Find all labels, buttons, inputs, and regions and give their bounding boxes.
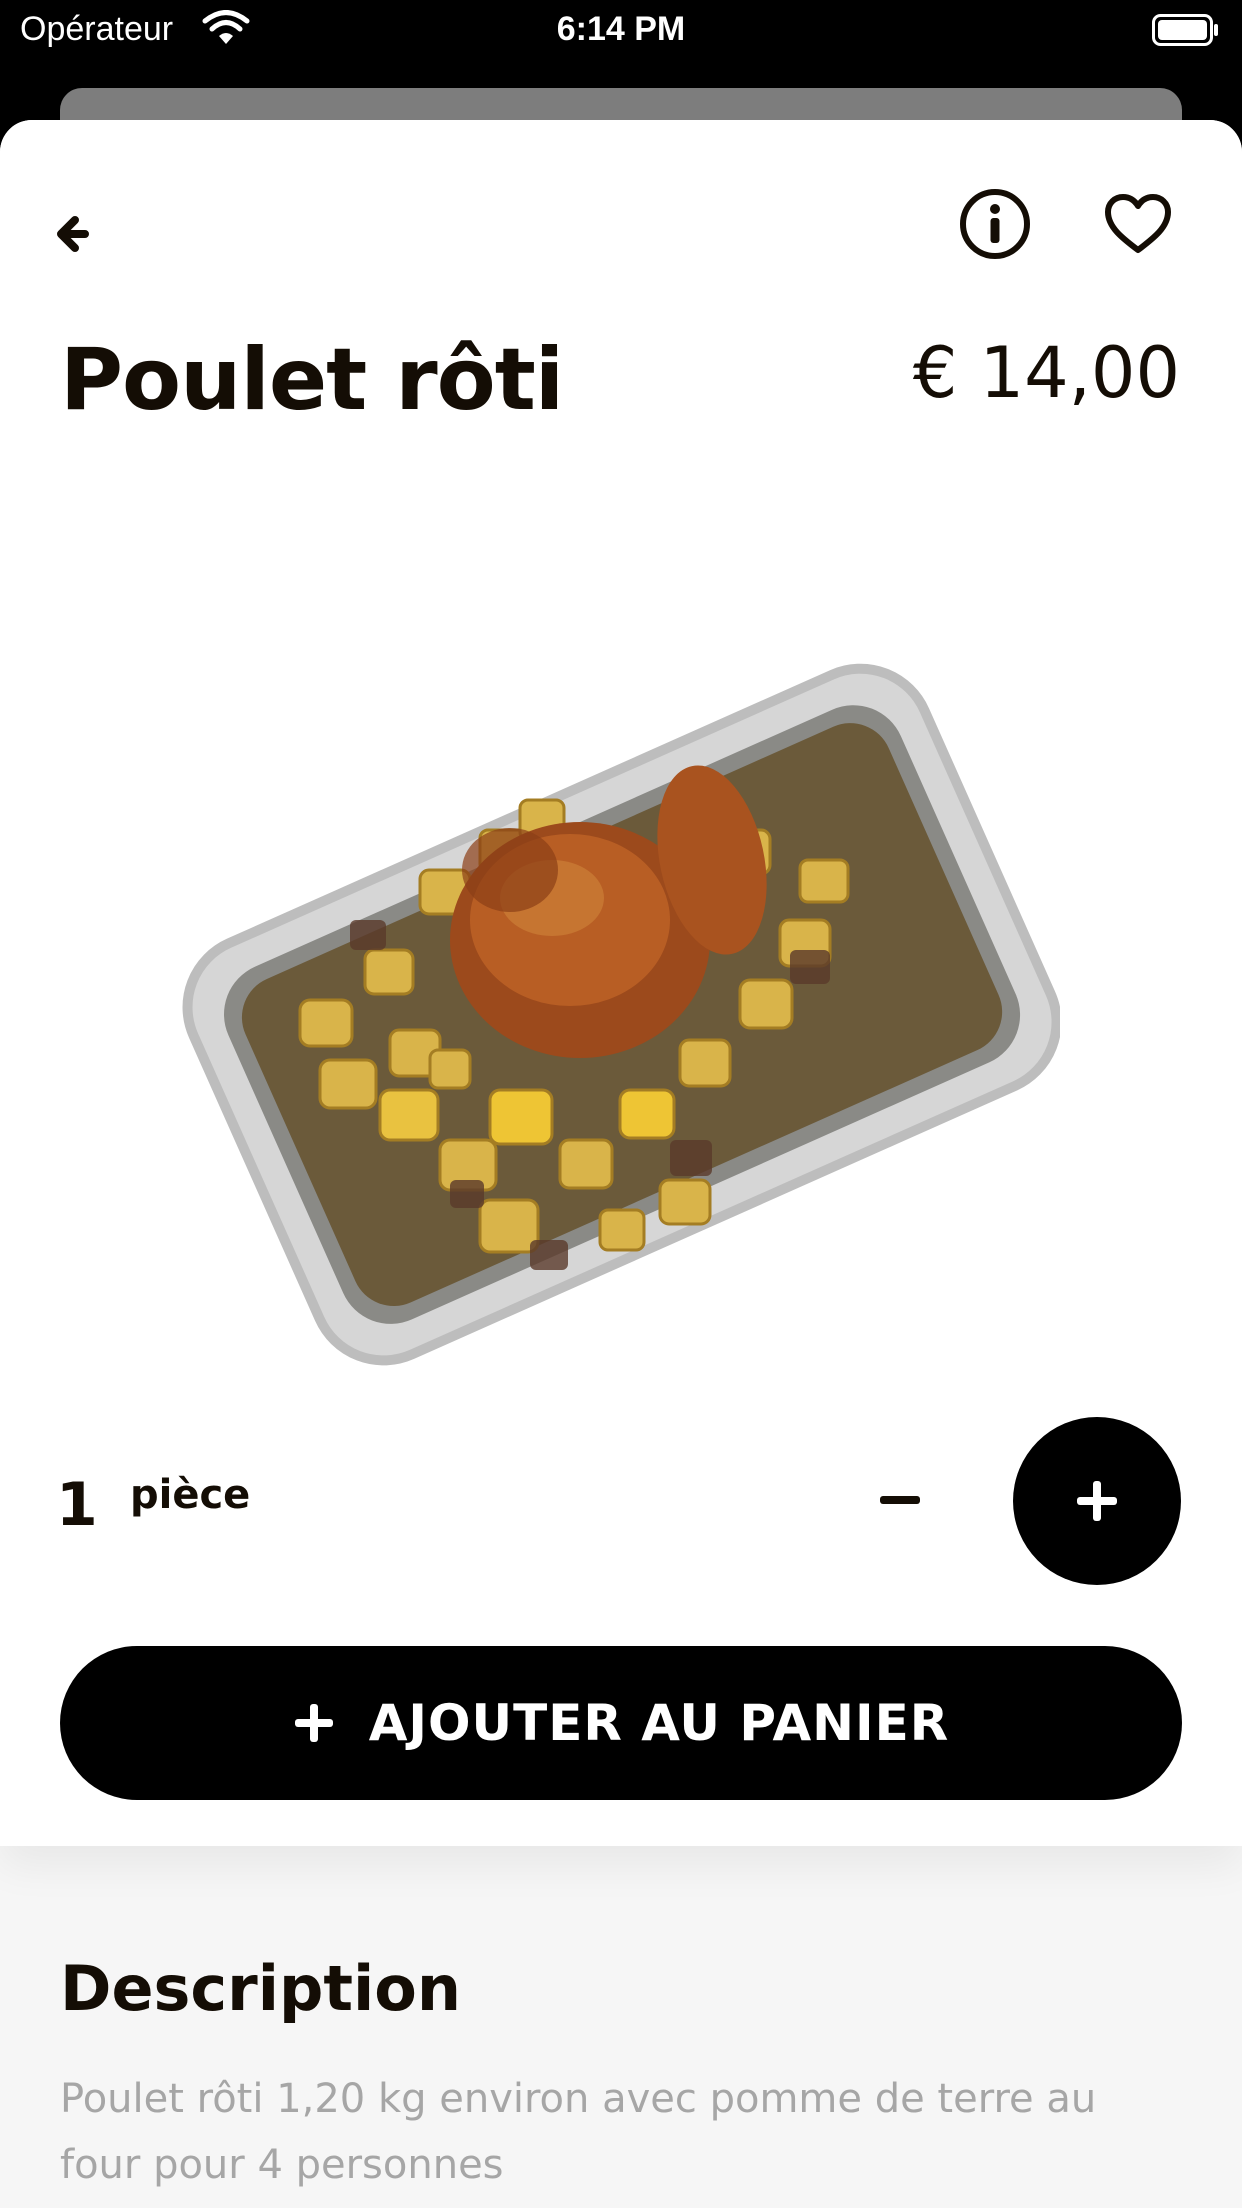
battery-icon bbox=[1152, 14, 1218, 46]
product-title: Poulet rôti bbox=[60, 330, 564, 430]
back-button[interactable] bbox=[40, 194, 120, 274]
plus-icon bbox=[294, 1704, 333, 1742]
status-bar: Opérateur 6:14 PM bbox=[0, 0, 1242, 62]
product-sheet: Poulet rôti € 14,00 1 pièce AJOUTER AU P… bbox=[0, 120, 1242, 2208]
heart-icon bbox=[1105, 194, 1171, 253]
increase-quantity-button[interactable] bbox=[1013, 1417, 1181, 1585]
favorite-button[interactable] bbox=[1098, 184, 1178, 264]
plus-icon bbox=[1077, 1481, 1117, 1521]
info-icon bbox=[960, 189, 1030, 259]
back-arrow-icon bbox=[57, 216, 89, 252]
product-panel: Poulet rôti € 14,00 1 pièce AJOUTER AU P… bbox=[0, 120, 1242, 1846]
info-button[interactable] bbox=[955, 184, 1035, 264]
decrease-quantity-button[interactable] bbox=[860, 1460, 940, 1540]
quantity-unit: pièce bbox=[130, 1472, 251, 1518]
product-price: € 14,00 bbox=[912, 332, 1180, 414]
description-heading: Description bbox=[60, 1952, 462, 2025]
minus-icon bbox=[880, 1496, 920, 1504]
quantity-value: 1 bbox=[56, 1470, 98, 1540]
description-text: Poulet rôti 1,20 kg environ avec pomme d… bbox=[60, 2076, 1097, 2188]
product-image bbox=[182, 663, 1060, 1366]
status-time: 6:14 PM bbox=[556, 10, 686, 48]
add-to-cart-button[interactable]: AJOUTER AU PANIER bbox=[60, 1646, 1182, 1800]
add-to-cart-label: AJOUTER AU PANIER bbox=[368, 1694, 950, 1752]
